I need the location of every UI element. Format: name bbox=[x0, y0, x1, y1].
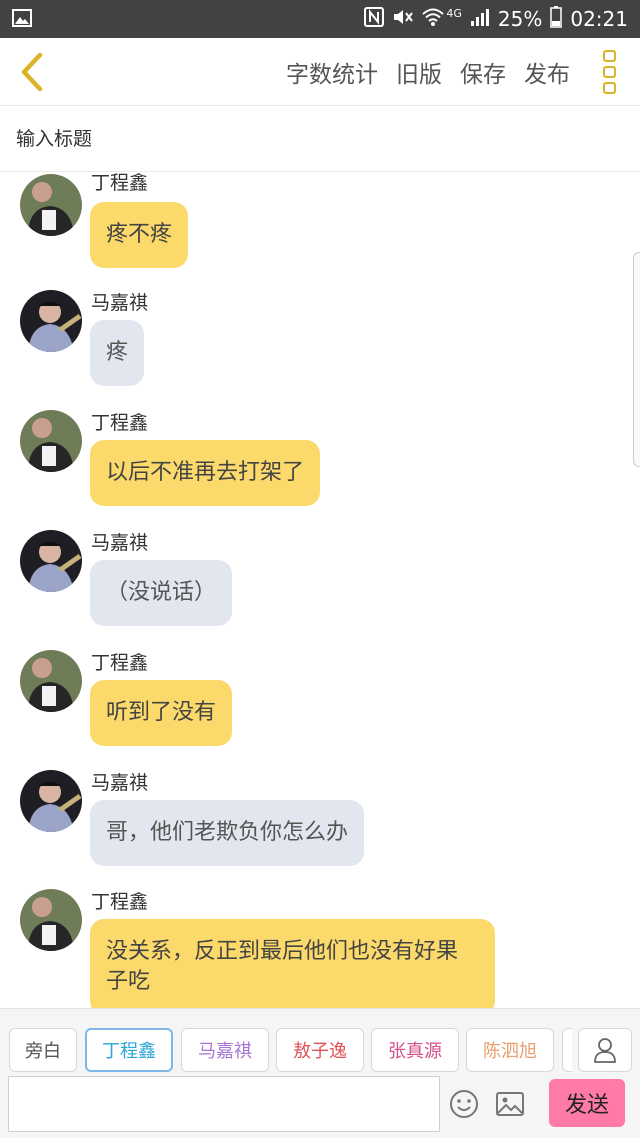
wifi-icon bbox=[422, 7, 445, 32]
signal-icon bbox=[470, 7, 490, 32]
character-chip-zhang[interactable]: 张真源 bbox=[371, 1028, 459, 1072]
compose-bar: 发送 bbox=[0, 1074, 640, 1138]
old-version-button[interactable]: 旧版 bbox=[396, 55, 442, 89]
character-chip-partial[interactable] bbox=[562, 1028, 572, 1072]
chevron-left-icon bbox=[21, 52, 43, 92]
message-bubble[interactable]: （没说话） bbox=[90, 560, 233, 626]
avatar bbox=[20, 889, 82, 951]
avatar bbox=[20, 290, 82, 352]
publish-button[interactable]: 发布 bbox=[524, 55, 570, 89]
send-button[interactable]: 发送 bbox=[549, 1079, 625, 1127]
chat-area[interactable]: 丁程鑫 疼不疼 马嘉祺 疼 丁程鑫 以后不准再去打架了 马嘉祺 （没说话） 丁程… bbox=[0, 172, 640, 1008]
avatar bbox=[20, 174, 82, 236]
message-bubble[interactable]: 以后不准再去打架了 bbox=[90, 440, 321, 506]
character-chip-ma[interactable]: 马嘉祺 bbox=[181, 1028, 269, 1072]
back-button[interactable] bbox=[10, 48, 54, 96]
character-chip-chen[interactable]: 陈泗旭 bbox=[466, 1028, 554, 1072]
message-bubble[interactable]: 没关系，反正到最后他们也没有好果子吃 bbox=[90, 919, 495, 1008]
battery-percent: 25% bbox=[497, 7, 543, 31]
speaker-name: 丁程鑫 bbox=[91, 891, 149, 913]
message-bubble[interactable]: 疼 bbox=[90, 320, 145, 386]
character-chip-ding[interactable]: 丁程鑫 bbox=[85, 1028, 173, 1072]
clock: 02:21 bbox=[570, 7, 628, 31]
person-icon[interactable] bbox=[578, 1028, 632, 1072]
avatar bbox=[20, 410, 82, 472]
save-button[interactable]: 保存 bbox=[460, 55, 506, 89]
message-bubble[interactable]: 听到了没有 bbox=[90, 680, 233, 746]
title-input[interactable] bbox=[16, 124, 616, 154]
character-chip-ao[interactable]: 敖子逸 bbox=[276, 1028, 364, 1072]
network-type: 4G bbox=[446, 6, 462, 20]
message-bubble[interactable]: 疼不疼 bbox=[90, 202, 189, 268]
emoji-icon[interactable] bbox=[448, 1088, 480, 1120]
more-vertical-icon[interactable] bbox=[596, 50, 622, 94]
gallery-icon bbox=[12, 9, 32, 31]
character-selector: 旁白 丁程鑫 马嘉祺 敖子逸 张真源 陈泗旭 bbox=[0, 1008, 640, 1074]
avatar bbox=[20, 770, 82, 832]
nfc-icon bbox=[364, 6, 385, 32]
avatar bbox=[20, 530, 82, 592]
speaker-name: 丁程鑫 bbox=[91, 652, 149, 674]
image-icon[interactable] bbox=[494, 1088, 526, 1120]
speaker-name: 马嘉祺 bbox=[91, 292, 149, 314]
speaker-name: 丁程鑫 bbox=[91, 172, 149, 194]
message-input[interactable] bbox=[8, 1076, 440, 1132]
status-bar: 4G 25% 02:21 bbox=[0, 0, 640, 38]
mute-icon bbox=[392, 7, 414, 32]
character-chip-narration[interactable]: 旁白 bbox=[9, 1028, 77, 1072]
speaker-name: 丁程鑫 bbox=[91, 412, 149, 434]
speaker-name: 马嘉祺 bbox=[91, 772, 149, 794]
word-count-button[interactable]: 字数统计 bbox=[286, 55, 378, 89]
avatar bbox=[20, 650, 82, 712]
speaker-name: 马嘉祺 bbox=[91, 532, 149, 554]
editor-toolbar: 字数统计 旧版 保存 发布 bbox=[0, 38, 640, 106]
scroll-handle[interactable] bbox=[633, 252, 640, 467]
battery-icon bbox=[550, 5, 563, 33]
title-row bbox=[0, 106, 640, 172]
message-bubble[interactable]: 哥，他们老欺负你怎么办 bbox=[90, 800, 365, 866]
